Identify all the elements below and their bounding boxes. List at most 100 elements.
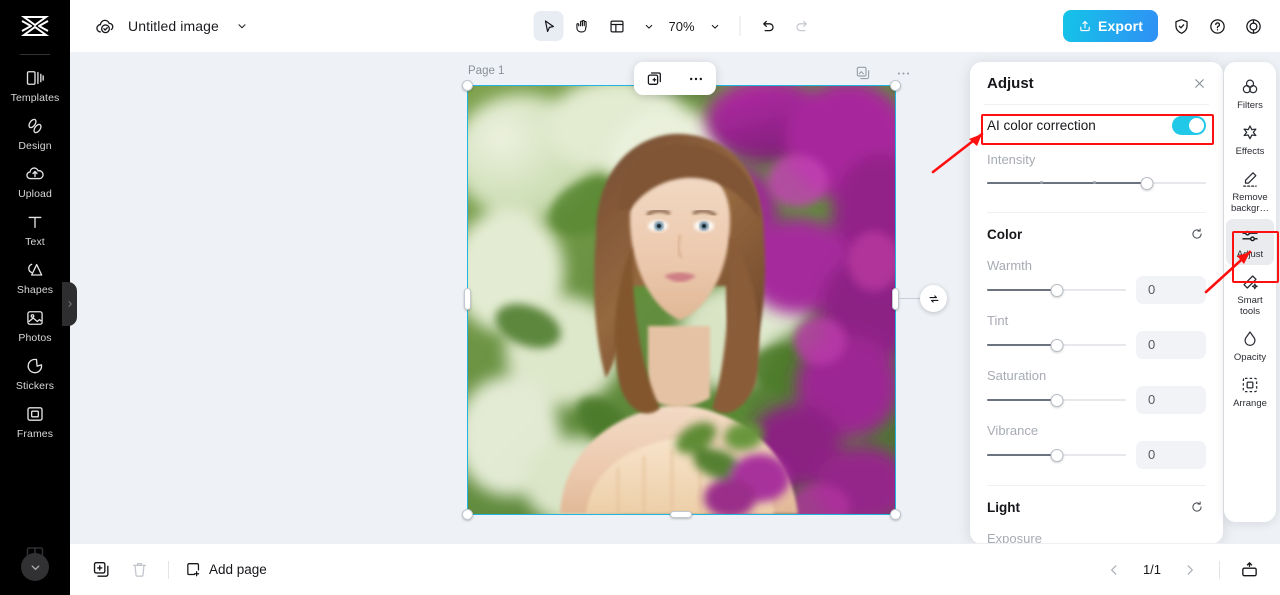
photos-icon: [27, 311, 43, 325]
intensity-slider-row[interactable]: [987, 167, 1206, 198]
sidebar-item-shapes[interactable]: Shapes: [0, 253, 70, 301]
help-button[interactable]: [1204, 13, 1230, 39]
sidebar-item-design[interactable]: Design: [0, 109, 70, 157]
saturation-slider[interactable]: [987, 391, 1126, 409]
adjust-panel-close-button[interactable]: [1189, 73, 1209, 93]
resize-handle-top-right[interactable]: [890, 80, 901, 91]
sidebar-label-text: Text: [25, 236, 45, 248]
app-logo[interactable]: [0, 0, 70, 52]
sidebar-expand-more-button[interactable]: [21, 553, 49, 581]
tint-slider[interactable]: [987, 336, 1126, 354]
vibrance-slider[interactable]: [987, 446, 1126, 464]
templates-icon: [26, 71, 44, 85]
chevron-down-icon: [645, 24, 652, 29]
question-circle-icon: [1209, 18, 1225, 34]
warmth-slider[interactable]: [987, 281, 1126, 299]
adjust-panel-header: Adjust: [970, 62, 1223, 104]
export-label: Export: [1098, 18, 1143, 34]
warmth-slider-thumb[interactable]: [1050, 283, 1063, 297]
intensity-slider-thumb[interactable]: [1140, 176, 1154, 190]
document-title-caret[interactable]: [229, 13, 255, 39]
zoom-caret[interactable]: [702, 13, 728, 39]
settings-button[interactable]: [1240, 13, 1266, 39]
intensity-slider[interactable]: [987, 174, 1206, 192]
resize-handle-bottom[interactable]: [670, 511, 692, 518]
capcut-logo-icon: [20, 16, 50, 36]
next-page-button[interactable]: [1177, 557, 1203, 583]
sidebar-label-frames: Frames: [16, 428, 54, 440]
sidebar-item-stickers[interactable]: Stickers: [0, 349, 70, 397]
color-sliders-group: Warmth 0 Tint 0 Saturation 0 Vibrance 0: [987, 258, 1206, 471]
duplicate-page-icon: [93, 562, 109, 577]
saturation-slider-row[interactable]: 0: [987, 383, 1206, 416]
element-duplicate-button[interactable]: [642, 67, 668, 91]
present-button[interactable]: [1236, 557, 1262, 583]
section-divider: [987, 485, 1206, 486]
document-title[interactable]: Untitled image: [128, 18, 219, 34]
sidebar-divider: [20, 54, 50, 55]
bottom-divider: [1219, 560, 1220, 579]
select-tool-button[interactable]: [533, 11, 564, 41]
close-icon: [1194, 78, 1204, 88]
vibrance-slider-thumb[interactable]: [1050, 448, 1063, 462]
sidebar-item-frames[interactable]: Frames: [0, 397, 70, 445]
layout-caret[interactable]: [636, 13, 662, 39]
page-counter: 1/1: [1142, 562, 1162, 577]
chevron-down-icon: [31, 564, 39, 570]
right-item-arrange[interactable]: Arrange: [1226, 368, 1274, 414]
ai-color-correction-row[interactable]: AI color correction: [987, 105, 1206, 145]
add-page-icon: [187, 563, 200, 577]
ai-color-correction-toggle[interactable]: [1172, 115, 1206, 135]
resize-handle-top-left[interactable]: [462, 80, 473, 91]
sidebar-item-photos[interactable]: Photos: [0, 301, 70, 349]
warmth-value-input[interactable]: 0: [1136, 275, 1206, 304]
cloud-saved-icon[interactable]: [92, 13, 118, 39]
saturation-value-input[interactable]: 0: [1136, 385, 1206, 414]
resize-handle-right[interactable]: [892, 288, 899, 310]
flip-rotate-button[interactable]: [920, 285, 947, 312]
sidebar-item-upload[interactable]: Upload: [0, 157, 70, 205]
sidebar-collapse-handle[interactable]: [62, 282, 77, 326]
light-section-reset-button[interactable]: [1188, 498, 1206, 516]
right-item-remove-background[interactable]: Remove backgr…: [1226, 162, 1274, 219]
prev-page-button[interactable]: [1101, 557, 1127, 583]
saturation-slider-thumb[interactable]: [1050, 393, 1063, 407]
tint-slider-row[interactable]: 0: [987, 328, 1206, 361]
resize-handle-left[interactable]: [464, 288, 471, 310]
hand-tool-button[interactable]: [568, 11, 598, 41]
duplicate-page-button[interactable]: [88, 557, 114, 583]
redo-button[interactable]: [787, 11, 817, 41]
delete-page-button[interactable]: [126, 557, 152, 583]
section-divider: [987, 212, 1206, 213]
right-item-adjust[interactable]: Adjust: [1226, 219, 1274, 265]
zoom-level-value[interactable]: 70%: [666, 19, 698, 34]
page-duplicate-button[interactable]: [850, 60, 876, 86]
right-item-opacity[interactable]: Opacity: [1226, 322, 1274, 368]
right-item-effects[interactable]: Effects: [1226, 116, 1274, 162]
color-section-reset-button[interactable]: [1188, 225, 1206, 243]
gear-icon: [1245, 18, 1261, 34]
warmth-slider-row[interactable]: 0: [987, 273, 1206, 306]
tint-value-input[interactable]: 0: [1136, 330, 1206, 359]
undo-button[interactable]: [753, 11, 783, 41]
add-page-button[interactable]: Add page: [185, 561, 267, 578]
right-item-smart-tools[interactable]: Smart tools: [1226, 265, 1274, 322]
right-item-filters[interactable]: Filters: [1226, 70, 1274, 116]
page-label: Page 1: [468, 65, 505, 77]
export-button[interactable]: Export: [1063, 10, 1158, 42]
selected-image-wrapper[interactable]: [462, 80, 947, 520]
tint-slider-thumb[interactable]: [1050, 338, 1063, 352]
resize-handle-bottom-left[interactable]: [462, 509, 473, 520]
element-more-button[interactable]: [683, 67, 709, 91]
vibrance-value-input[interactable]: 0: [1136, 440, 1206, 469]
sidebar-item-text[interactable]: Text: [0, 205, 70, 253]
vibrance-slider-row[interactable]: 0: [987, 438, 1206, 471]
shield-check-icon[interactable]: [1168, 13, 1194, 39]
sidebar-item-templates[interactable]: Templates: [0, 61, 70, 109]
shapes-icon: [28, 263, 43, 276]
slider-track-fill: [987, 453, 1057, 456]
layout-tool-button[interactable]: [602, 11, 632, 41]
right-label-effects: Effects: [1235, 146, 1265, 157]
resize-handle-bottom-right[interactable]: [890, 509, 901, 520]
image-frame[interactable]: [467, 85, 896, 515]
